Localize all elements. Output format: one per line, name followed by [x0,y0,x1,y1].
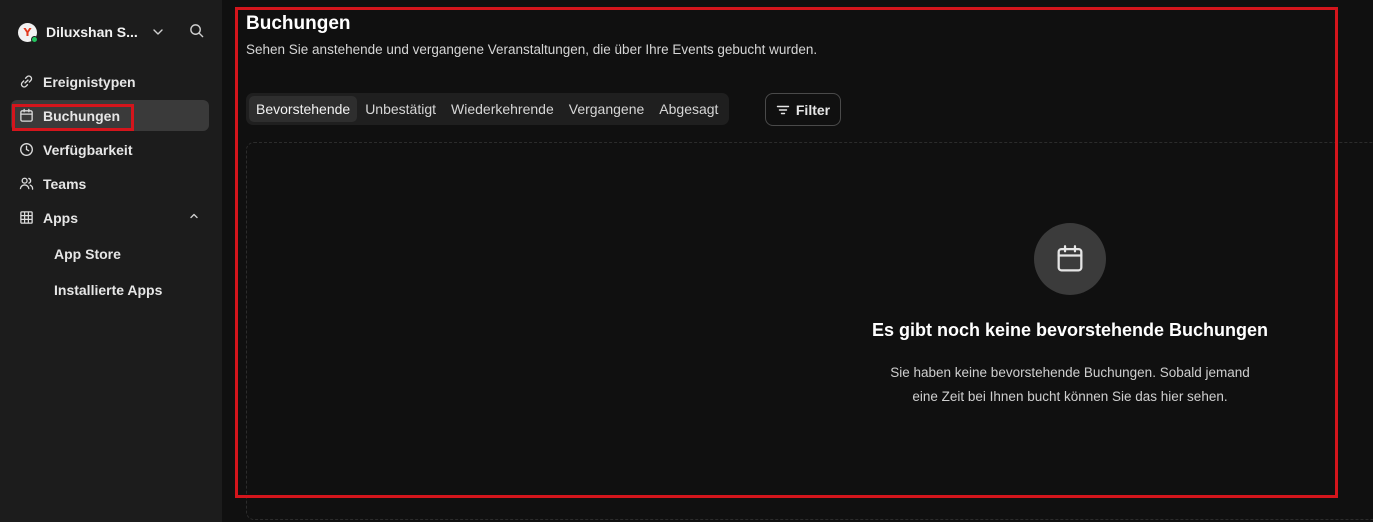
sidebar-subitem-app-store[interactable]: App Store [11,236,209,272]
sidebar-item-label: Teams [43,175,87,192]
calendar-icon [1034,223,1106,295]
tab-vergangene[interactable]: Vergangene [562,96,652,122]
empty-state-description: Sie haben keine bevorstehende Buchungen.… [842,361,1298,409]
user-name: Diluxshan S... [46,24,138,40]
sidebar-item-label: Buchungen [43,107,120,124]
link-icon [18,74,34,90]
online-status-dot [31,35,38,43]
sidebar-item-ereignistypen[interactable]: Ereignistypen [11,66,209,97]
sidebar-subitem-installierte-apps[interactable]: Installierte Apps [11,272,209,308]
chevron-down-icon[interactable] [152,26,164,38]
sidebar-item-buchungen[interactable]: Buchungen [11,100,209,131]
search-icon[interactable] [189,23,204,38]
page-title: Buchungen [246,13,351,34]
filter-icon [776,103,790,117]
sidebar-item-label: Ereignistypen [43,73,136,90]
sidebar-item-apps[interactable]: Apps [11,202,209,233]
booking-tabs: Bevorstehende Unbestätigt Wiederkehrende… [246,93,730,125]
sidebar-item-label: Apps [43,209,78,226]
tab-bevorstehende[interactable]: Bevorstehende [249,96,358,122]
empty-state-line: eine Zeit bei Ihnen bucht können Sie das… [912,389,1228,404]
calendar-icon [18,108,34,124]
user-menu[interactable]: Y Diluxshan S... [18,21,208,43]
avatar-letter: Y [23,25,32,39]
grid-icon [18,210,34,226]
sidebar-item-teams[interactable]: Teams [11,168,209,199]
empty-state-line: Sie haben keine bevorstehende Buchungen.… [890,365,1250,380]
tab-wiederkehrende[interactable]: Wiederkehrende [444,96,561,122]
sidebar-nav: Ereignistypen Buchungen Verfügbarkeit Te… [11,66,209,308]
sidebar-item-verfuegbarkeit[interactable]: Verfügbarkeit [11,134,209,165]
page-subtitle: Sehen Sie anstehende und vergangene Vera… [246,42,818,57]
tab-unbestaetigt[interactable]: Unbestätigt [358,96,443,122]
empty-state-title: Es gibt noch keine bevorstehende Buchung… [871,320,1269,340]
tab-abgesagt[interactable]: Abgesagt [652,96,725,122]
filter-button[interactable]: Filter [765,93,841,126]
users-icon [18,176,34,192]
filter-label: Filter [795,101,831,118]
sidebar-item-label: Verfügbarkeit [43,141,133,158]
avatar: Y [18,22,38,43]
sidebar: Y Diluxshan S... Ereignistypen Buchungen [0,0,222,522]
main-content: Buchungen Sehen Sie anstehende und verga… [222,0,1373,522]
clock-icon [18,142,34,158]
chevron-up-icon[interactable] [188,210,200,222]
